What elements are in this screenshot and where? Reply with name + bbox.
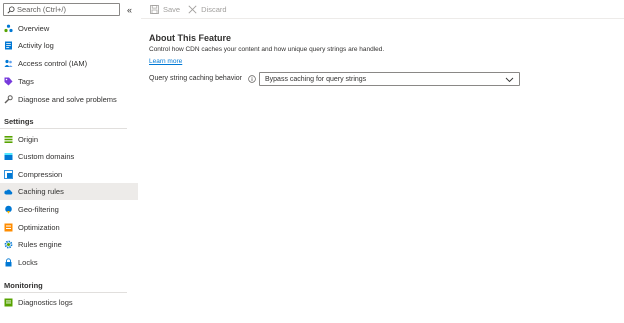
query-string-caching-label: Query string caching behavior bbox=[149, 75, 242, 82]
sidebar-item-label: Activity log bbox=[18, 41, 54, 50]
page-title: About This Feature bbox=[149, 33, 232, 43]
optimization-icon bbox=[4, 223, 13, 232]
sidebar-item-label: Compression bbox=[18, 170, 63, 179]
discard-button[interactable]: Discard bbox=[188, 5, 227, 14]
sidebar-item-geo-filtering[interactable]: Geo-filtering bbox=[0, 201, 138, 218]
sidebar-item-label: Origin bbox=[18, 135, 39, 144]
toolbar-divider bbox=[141, 18, 624, 19]
sidebar-item-label: Tags bbox=[18, 77, 34, 86]
sidebar-item-tags[interactable]: Tags bbox=[0, 73, 138, 90]
lock-icon bbox=[4, 258, 13, 267]
sidebar-item-custom-domains[interactable]: Custom domains bbox=[0, 148, 138, 165]
compression-icon bbox=[4, 170, 13, 179]
sidebar-item-label: Locks bbox=[18, 258, 38, 267]
sidebar-item-label: Overview bbox=[18, 24, 50, 33]
learn-more-link[interactable]: Learn more bbox=[149, 58, 182, 65]
sidebar-item-diagnostics-logs[interactable]: Diagnostics logs bbox=[0, 294, 138, 311]
sidebar-item-locks[interactable]: Locks bbox=[0, 254, 138, 271]
origin-icon bbox=[4, 135, 13, 144]
feature-description: Control how CDN caches your content and … bbox=[149, 46, 385, 53]
section-divider bbox=[0, 128, 127, 129]
save-icon bbox=[150, 5, 159, 14]
sidebar-item-label: Access control (IAM) bbox=[18, 59, 88, 68]
sidebar-item-origin[interactable]: Origin bbox=[0, 131, 138, 148]
sidebar-item-label: Rules engine bbox=[18, 240, 62, 249]
activity-log-icon bbox=[4, 41, 13, 50]
sidebar-item-rules-engine[interactable]: Rules engine bbox=[0, 236, 138, 253]
sidebar-item-label: Caching rules bbox=[18, 187, 64, 196]
sidebar-item-label: Geo-filtering bbox=[18, 205, 59, 214]
settings-section-header: Settings bbox=[4, 117, 34, 126]
gear-icon bbox=[4, 240, 13, 249]
globe-pin-icon bbox=[4, 205, 13, 214]
tag-icon bbox=[4, 77, 13, 86]
search-box[interactable]: Search (Ctrl+/) bbox=[3, 3, 120, 16]
command-toolbar: Save Discard bbox=[150, 3, 235, 16]
chevron-down-icon bbox=[505, 75, 514, 84]
sidebar-item-diagnose[interactable]: Diagnose and solve problems bbox=[0, 91, 138, 108]
save-button[interactable]: Save bbox=[150, 5, 180, 14]
section-divider bbox=[0, 292, 127, 293]
save-label: Save bbox=[163, 5, 181, 14]
search-input[interactable]: Search (Ctrl+/) bbox=[17, 5, 66, 14]
sidebar-item-label: Diagnostics logs bbox=[18, 298, 73, 307]
sidebar-item-access-control[interactable]: Access control (IAM) bbox=[0, 55, 138, 72]
sidebar-item-label: Custom domains bbox=[18, 152, 75, 161]
custom-domains-icon bbox=[4, 152, 13, 161]
caching-cloud-icon bbox=[4, 187, 13, 196]
sidebar-item-optimization[interactable]: Optimization bbox=[0, 219, 138, 236]
monitoring-section-header: Monitoring bbox=[4, 281, 43, 290]
cloud-overview-icon bbox=[4, 24, 13, 33]
wrench-icon bbox=[4, 95, 13, 104]
info-icon[interactable] bbox=[248, 75, 256, 83]
iam-people-icon bbox=[4, 59, 13, 68]
sidebar-item-label: Diagnose and solve problems bbox=[18, 95, 117, 104]
sidebar-item-overview[interactable]: Overview bbox=[0, 20, 138, 37]
close-icon bbox=[188, 5, 197, 14]
search-icon bbox=[7, 6, 15, 14]
sidebar-item-caching-rules[interactable]: Caching rules bbox=[0, 183, 138, 200]
discard-label: Discard bbox=[201, 5, 227, 14]
sidebar: Search (Ctrl+/) « Overview Activity log … bbox=[0, 0, 138, 323]
dropdown-selected-value: Bypass caching for query strings bbox=[265, 75, 367, 83]
diagnostics-log-icon bbox=[4, 298, 13, 307]
query-string-caching-dropdown[interactable]: Bypass caching for query strings bbox=[259, 72, 520, 86]
collapse-sidebar-button[interactable]: « bbox=[125, 3, 134, 16]
sidebar-item-activity-log[interactable]: Activity log bbox=[0, 37, 138, 54]
sidebar-item-compression[interactable]: Compression bbox=[0, 166, 138, 183]
sidebar-item-label: Optimization bbox=[18, 223, 60, 232]
